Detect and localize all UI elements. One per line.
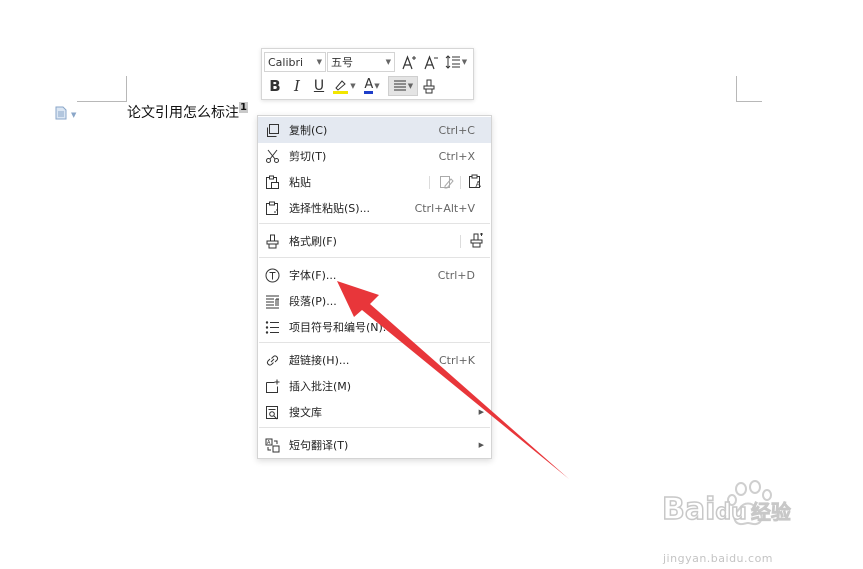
- font-color-button[interactable]: A ▼: [358, 76, 386, 96]
- watermark-brand-right: du: [715, 499, 748, 526]
- italic-button[interactable]: I: [286, 76, 308, 96]
- menu-item-label: 插入批注(M): [289, 380, 352, 393]
- divider: [429, 176, 430, 189]
- menu-item-bullets-numbering[interactable]: 项目符号和编号(N)...: [258, 314, 491, 340]
- comment-add-icon: [264, 378, 280, 394]
- format-brush-icon: [264, 233, 280, 249]
- font-size-select[interactable]: 五号 ▼: [327, 52, 395, 72]
- link-icon: [264, 352, 280, 368]
- paragraph-text: 论文引用怎么标注: [127, 105, 239, 121]
- copy-icon: [264, 122, 280, 138]
- menu-item-shortcut: Ctrl+K: [438, 353, 475, 367]
- paste-icon: [264, 174, 280, 190]
- font-size-value: 五号: [331, 56, 353, 69]
- menu-item-shortcut: Ctrl+X: [438, 149, 475, 163]
- menu-separator: [259, 223, 490, 224]
- watermark-brand: Baidu 经验: [661, 491, 792, 528]
- submenu-arrow-icon: ▶: [478, 441, 484, 449]
- paste-keep-text-icon[interactable]: [439, 174, 454, 192]
- watermark-brand-left: Bai: [661, 491, 716, 528]
- decrease-font-size-button[interactable]: [421, 52, 443, 72]
- menu-item-label: 选择性粘贴(S)...: [289, 202, 371, 215]
- menu-item-font[interactable]: 字体(F)... Ctrl+D: [258, 262, 491, 288]
- menu-item-shortcut: Ctrl+Alt+V: [414, 201, 475, 215]
- search-document-icon: [264, 404, 280, 420]
- menu-item-label: 粘贴: [289, 176, 311, 189]
- chevron-down-icon: ▼: [350, 82, 356, 90]
- menu-separator: [259, 342, 490, 343]
- menu-item-label: 项目符号和编号(N)...: [289, 321, 394, 334]
- line-spacing-icon: [445, 55, 460, 69]
- paste-special-icon: [264, 200, 280, 216]
- shrink-font-icon: [424, 54, 438, 69]
- selected-superscript[interactable]: 1: [239, 102, 248, 113]
- underline-button[interactable]: U: [308, 76, 330, 96]
- menu-item-format-painter[interactable]: 格式刷(F): [258, 228, 491, 254]
- font-name-select[interactable]: Calibri ▼: [264, 52, 326, 72]
- menu-item-label: 复制(C): [289, 124, 328, 137]
- highlight-color-button[interactable]: ▼: [330, 76, 358, 96]
- document-icon: [55, 105, 67, 124]
- document-paragraph[interactable]: 论文引用怎么标注1: [127, 102, 248, 122]
- chevron-down-icon: ▼: [374, 82, 380, 90]
- menu-item-insert-comment[interactable]: 插入批注(M): [258, 373, 491, 399]
- divider: [460, 176, 461, 189]
- paragraph-align-button[interactable]: ▼: [388, 76, 418, 96]
- menu-item-label: 短句翻译(T): [289, 439, 349, 452]
- submenu-arrow-icon: ▶: [478, 408, 484, 416]
- menu-item-label: 段落(P)...: [289, 295, 337, 308]
- menu-item-paragraph[interactable]: 段落(P)...: [258, 288, 491, 314]
- menu-item-paste-special[interactable]: 选择性粘贴(S)... Ctrl+Alt+V: [258, 195, 491, 221]
- chevron-down-icon: ▼: [407, 82, 414, 90]
- watermark-brand-cn: 经验: [750, 499, 792, 525]
- menu-separator: [259, 257, 490, 258]
- font-color-label: A: [364, 77, 374, 94]
- line-spacing-button[interactable]: ▼: [443, 52, 469, 72]
- scissors-icon: [264, 148, 280, 164]
- chevron-down-icon: ▼: [385, 58, 391, 66]
- divider: [460, 235, 461, 248]
- bullet-list-icon: [264, 319, 280, 335]
- format-brush-multi-icon[interactable]: [468, 233, 484, 251]
- highlighter-icon: [333, 79, 349, 94]
- svg-text:A: A: [476, 180, 482, 189]
- menu-item-cut[interactable]: 剪切(T) Ctrl+X: [258, 143, 491, 169]
- format-brush-icon: [423, 79, 435, 93]
- menu-item-translate[interactable]: A 短句翻译(T) ▶: [258, 432, 491, 458]
- page-corner-mark-right: [736, 76, 762, 102]
- menu-item-label: 字体(F)...: [289, 269, 337, 282]
- chevron-down-icon: ▼: [461, 58, 468, 66]
- menu-item-paste[interactable]: 粘贴 A: [258, 169, 491, 195]
- bold-button[interactable]: B: [264, 76, 286, 96]
- menu-item-shortcut: Ctrl+D: [437, 268, 475, 282]
- menu-separator: [259, 427, 490, 428]
- menu-item-label: 超链接(H)...: [289, 354, 350, 367]
- format-painter-button[interactable]: [418, 76, 440, 96]
- menu-item-copy[interactable]: 复制(C) Ctrl+C: [258, 117, 491, 143]
- watermark-site: jingyan.baidu.com: [663, 552, 774, 565]
- chevron-down-icon: ▼: [316, 58, 322, 66]
- context-menu: 复制(C) Ctrl+C 剪切(T) Ctrl+X 粘贴 A 选择性粘贴(S).…: [257, 115, 492, 459]
- paragraph-icon: [264, 293, 280, 309]
- menu-item-shortcut: Ctrl+C: [438, 123, 475, 137]
- menu-item-hyperlink[interactable]: 超链接(H)... Ctrl+K: [258, 347, 491, 373]
- font-name-value: Calibri: [268, 55, 304, 69]
- align-justify-icon: [393, 80, 406, 91]
- page-corner-mark-left: [77, 76, 127, 102]
- mini-format-toolbar: Calibri ▼ 五号 ▼ ▼ B I U ▼ A ▼ ▼: [261, 48, 474, 100]
- menu-item-search-library[interactable]: 搜文库 ▶: [258, 399, 491, 425]
- font-circle-t-icon: [264, 267, 280, 283]
- paste-as-text-icon[interactable]: A: [468, 174, 483, 192]
- menu-item-label: 剪切(T): [289, 150, 327, 163]
- increase-font-size-button[interactable]: [399, 52, 421, 72]
- menu-item-label: 搜文库: [289, 406, 322, 419]
- chevron-down-icon: ▼: [71, 110, 77, 119]
- menu-item-label: 格式刷(F): [289, 235, 337, 248]
- translate-icon: A: [264, 437, 280, 453]
- grow-font-icon: [402, 54, 416, 69]
- paragraph-handle[interactable]: ▼: [55, 105, 76, 124]
